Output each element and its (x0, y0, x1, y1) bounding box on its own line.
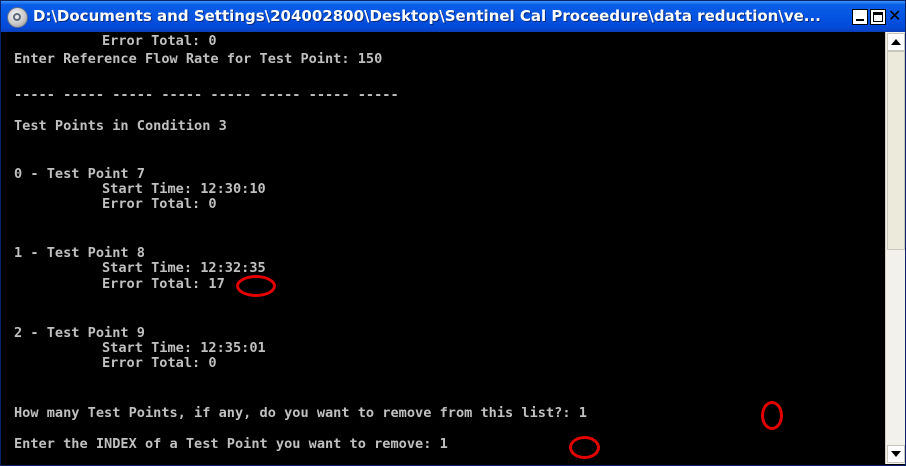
title-bar[interactable]: D:\Documents and Settings\204002800\Desk… (1, 1, 905, 32)
highlight-circle-remove-index (569, 436, 600, 459)
console-output[interactable]: Error Total: 0 Enter Reference Flow Rate… (4, 32, 884, 464)
console-prompt: Enter the INDEX of a Test Point you want… (14, 436, 448, 452)
console-line: Error Total: 0 (102, 196, 217, 212)
arrow-down-icon (891, 451, 901, 457)
console-line: Error Total: 0 (102, 33, 217, 49)
maximize-button[interactable] (870, 9, 886, 25)
console-line: Enter Reference Flow Rate for Test Point… (14, 51, 383, 67)
window-title: D:\Documents and Settings\204002800\Desk… (33, 7, 821, 25)
minimize-button[interactable] (852, 9, 868, 25)
scroll-thumb[interactable] (887, 51, 905, 250)
console-line: Error Total: 17 (102, 276, 225, 292)
console-line: Test Points in Condition 3 (14, 118, 227, 134)
highlight-circle-error-total (236, 275, 276, 297)
close-button[interactable]: ✕ (888, 6, 904, 25)
vertical-scrollbar[interactable] (885, 32, 905, 464)
scroll-up-button[interactable] (887, 33, 905, 51)
close-icon: ✕ (888, 6, 902, 25)
console-divider: ----- ----- ----- ----- ----- ----- ----… (14, 87, 399, 103)
highlight-circle-remove-count (761, 401, 783, 430)
console-window: D:\Documents and Settings\204002800\Desk… (0, 0, 906, 466)
app-icon[interactable] (7, 7, 28, 28)
console-prompt: How many Test Points, if any, do you wan… (14, 405, 587, 421)
arrow-up-icon (891, 39, 901, 45)
console-line: Error Total: 0 (102, 355, 217, 371)
scroll-down-button[interactable] (887, 445, 905, 463)
